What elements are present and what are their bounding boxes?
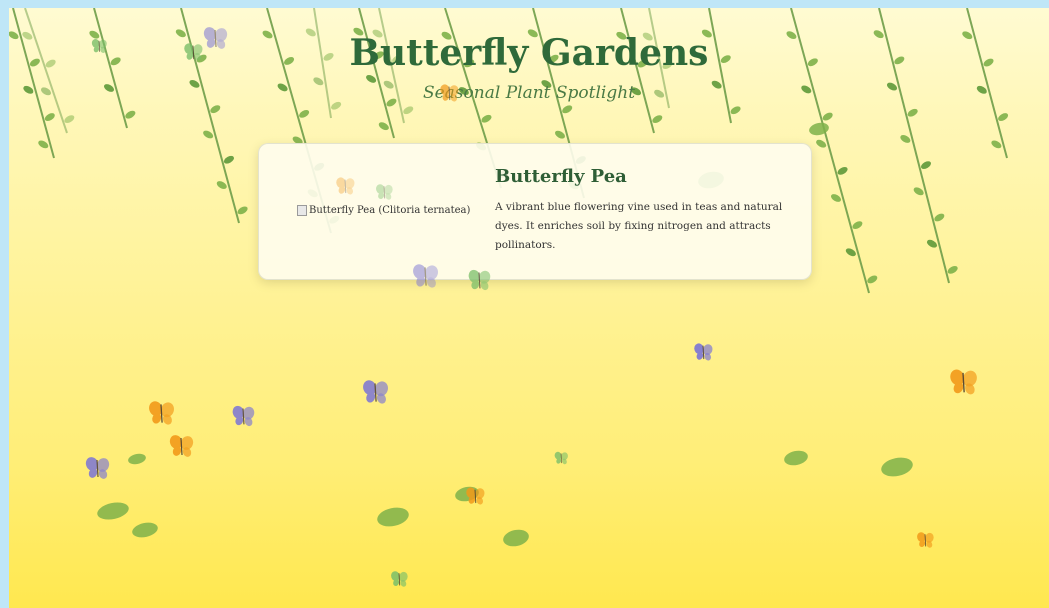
leaf-icon xyxy=(378,122,389,131)
leaf-icon xyxy=(991,140,1002,149)
leaf-icon xyxy=(503,529,529,547)
leaf-icon xyxy=(867,275,878,284)
page-subtitle: Seasonal Plant Spotlight xyxy=(422,83,636,103)
leaf-icon xyxy=(881,457,913,477)
broken-image-icon xyxy=(297,205,307,216)
plant-image: Butterfly Pea (Clitoria ternatea) xyxy=(297,205,470,216)
plant-description: A vibrant blue flowering vine used in te… xyxy=(495,201,783,251)
leaf-icon xyxy=(210,105,221,114)
leaf-icon xyxy=(562,105,573,114)
leaf-icon xyxy=(203,130,214,139)
leaf-icon xyxy=(809,122,829,136)
leaf-icon xyxy=(900,135,911,143)
leaf-icon xyxy=(377,507,409,527)
leaf-icon xyxy=(38,140,49,149)
plant-name: Butterfly Pea xyxy=(495,166,627,187)
leaf-icon xyxy=(455,486,479,502)
leaf-icon xyxy=(132,522,158,538)
leaf-icon xyxy=(97,502,129,520)
leaf-icon xyxy=(481,114,492,123)
leaf-icon xyxy=(852,221,863,230)
leaf-icon xyxy=(237,206,248,215)
leaf-icon xyxy=(64,115,75,124)
leaf-icon xyxy=(125,110,136,119)
leaf-icon xyxy=(926,239,938,248)
leaf-icon xyxy=(784,450,808,466)
leaf-icon xyxy=(913,187,924,196)
leaf-icon xyxy=(223,155,234,164)
leaf-icon xyxy=(652,115,663,124)
leaf-icon xyxy=(730,106,741,115)
plant-card: Butterfly Pea (Clitoria ternatea) Butter… xyxy=(258,143,812,280)
leaf-icon xyxy=(845,248,856,257)
leaf-icon xyxy=(554,130,566,139)
leaf-icon xyxy=(44,113,55,121)
leaf-icon xyxy=(128,453,146,465)
leaf-icon xyxy=(216,181,227,189)
leaf-icon xyxy=(998,113,1009,121)
page-title: Butterfly Gardens xyxy=(349,32,709,74)
plant-image-alt-text: Butterfly Pea (Clitoria ternatea) xyxy=(309,205,471,216)
leaf-icon xyxy=(816,139,827,148)
leaf-icon xyxy=(947,266,958,274)
leaf-icon xyxy=(934,213,945,222)
leaf-icon xyxy=(907,108,918,117)
leaf-icon xyxy=(920,161,932,170)
leaf-icon xyxy=(822,112,833,121)
leaf-icon xyxy=(403,106,414,115)
leaf-icon xyxy=(837,166,848,175)
garden-scene: Butterfly Gardens Seasonal Plant Spotlig… xyxy=(9,8,1049,608)
leaf-icon xyxy=(299,109,310,118)
leaf-icon xyxy=(830,194,842,202)
